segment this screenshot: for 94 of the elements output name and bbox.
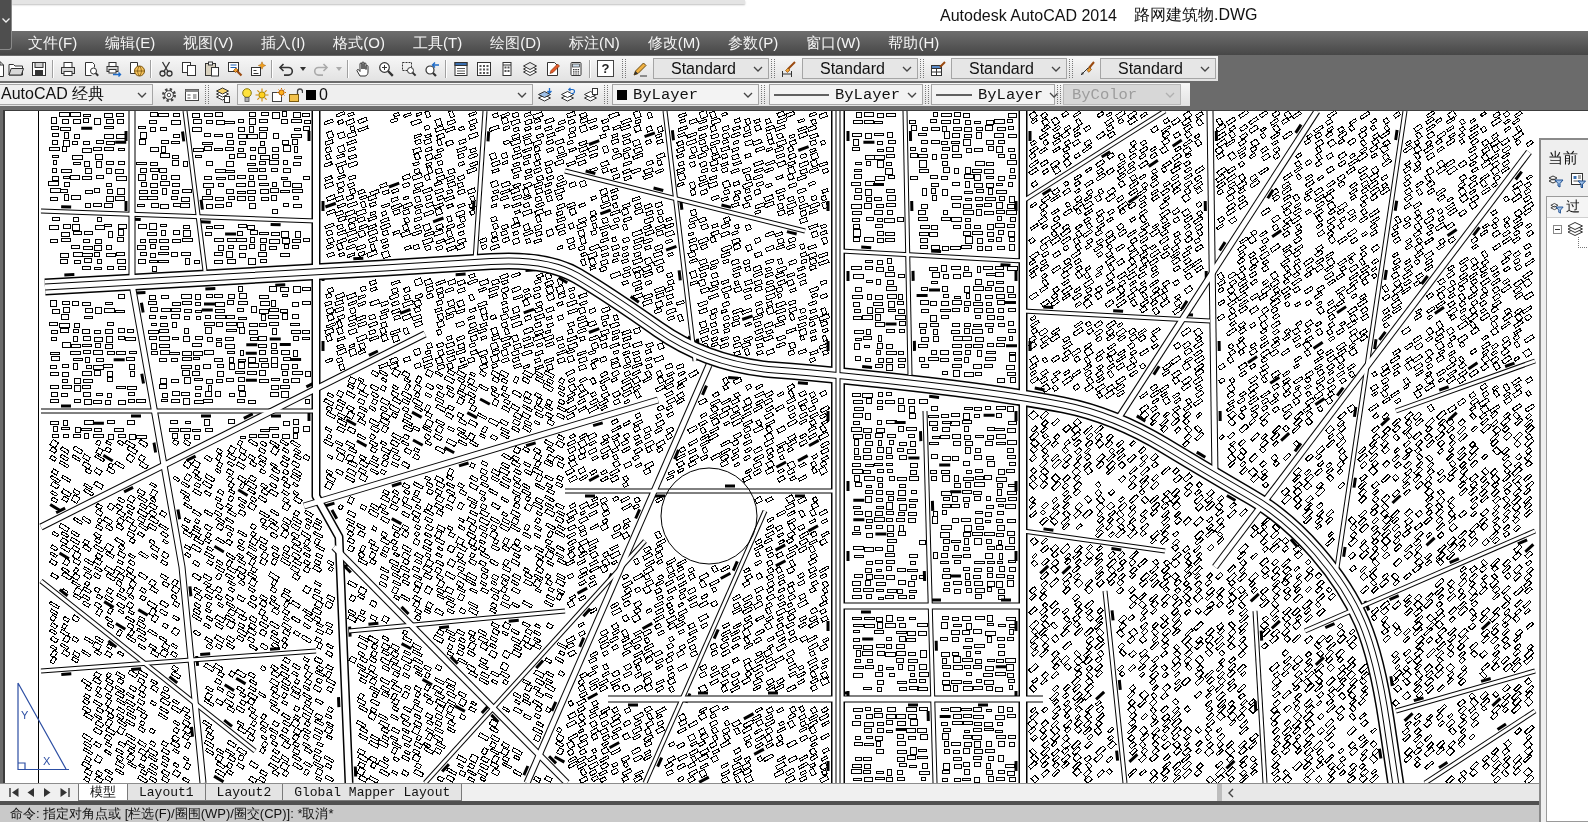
layers-arrow-icon[interactable] bbox=[536, 86, 553, 103]
brush-page-icon[interactable] bbox=[226, 60, 243, 77]
linetype-dropdown[interactable]: ByLayer bbox=[769, 84, 923, 105]
last-tab-icon[interactable] bbox=[59, 787, 70, 798]
ucs-x-label: X bbox=[43, 755, 51, 767]
first-tab-icon[interactable] bbox=[8, 787, 19, 798]
color-dropdown[interactable]: ByLayer bbox=[612, 84, 759, 105]
printer-icon[interactable] bbox=[59, 60, 76, 77]
zoom-icon[interactable] bbox=[377, 60, 394, 77]
chevron-icon[interactable] bbox=[907, 91, 917, 98]
previous-tab-icon[interactable] bbox=[27, 787, 34, 798]
menu-item[interactable]: 窗口(W) bbox=[792, 31, 875, 55]
menu-item[interactable]: 格式(O) bbox=[319, 31, 399, 55]
chevron-icon[interactable] bbox=[137, 91, 147, 98]
multileader-style-dropdown[interactable]: Standard bbox=[1100, 58, 1216, 79]
stacked-sheets-icon[interactable] bbox=[521, 60, 538, 77]
color-swatch-icon bbox=[306, 89, 316, 100]
chevron-icon[interactable] bbox=[743, 91, 753, 98]
print-preview-icon[interactable] bbox=[82, 60, 99, 77]
save-icon[interactable] bbox=[30, 60, 47, 77]
chevron-icon[interactable] bbox=[517, 91, 527, 98]
command-history-text: 命令: 指定对角点或 [栏选(F)/圈围(WP)/圈交(CP)]: *取消* bbox=[10, 805, 334, 822]
dimension-brush-icon[interactable] bbox=[780, 60, 797, 77]
ucs-icon bbox=[17, 682, 70, 771]
page-pen-icon[interactable] bbox=[544, 60, 561, 77]
ucs-y-label: Y bbox=[21, 709, 29, 721]
layers-icon[interactable] bbox=[214, 86, 231, 103]
menu-item[interactable]: 编辑(E) bbox=[91, 31, 170, 55]
menu-item[interactable]: 文件(F) bbox=[14, 31, 92, 55]
padlock-icon bbox=[289, 87, 303, 102]
chevron-icon bbox=[1, 18, 10, 23]
grid-window-icon[interactable] bbox=[475, 60, 492, 77]
calculator-icon[interactable] bbox=[567, 60, 584, 77]
layout-tab[interactable]: Layout1 bbox=[127, 784, 206, 801]
menu-item[interactable]: 标注(N) bbox=[555, 31, 634, 55]
gear-icon[interactable] bbox=[160, 86, 177, 103]
properties-window-icon[interactable] bbox=[452, 60, 469, 77]
menu-item[interactable]: 视图(V) bbox=[169, 31, 248, 55]
palette-title: 当前 bbox=[1548, 149, 1578, 167]
menu-item[interactable]: 插入(I) bbox=[247, 31, 320, 55]
printer-arrow-icon[interactable] bbox=[105, 60, 122, 77]
globe-page-icon[interactable] bbox=[128, 60, 145, 77]
layers-stack-icon[interactable] bbox=[1567, 222, 1584, 237]
text-style-dropdown[interactable]: Standard bbox=[653, 58, 769, 79]
filter-icon bbox=[1550, 200, 1564, 214]
dimension-style-dropdown[interactable]: Standard bbox=[802, 58, 918, 79]
menu-item[interactable]: 工具(T) bbox=[399, 31, 477, 55]
layout-tab[interactable]: Layout2 bbox=[204, 784, 284, 801]
menu-item[interactable]: 修改(M) bbox=[633, 31, 715, 55]
layout-tab[interactable]: Global Mapper Layout bbox=[282, 784, 463, 801]
hand-icon[interactable] bbox=[354, 60, 371, 77]
window-layout-icon[interactable] bbox=[183, 86, 200, 103]
filter-column-header[interactable]: 过 bbox=[1547, 197, 1588, 218]
document-title: 路网建筑物.DWG bbox=[1134, 5, 1258, 25]
scroll-left-icon[interactable] bbox=[1228, 787, 1234, 798]
pen-icon[interactable] bbox=[631, 60, 648, 77]
zoom-window-icon[interactable] bbox=[400, 60, 417, 77]
layout-tab[interactable]: 模型 bbox=[78, 784, 128, 801]
sun-frame-icon bbox=[272, 87, 286, 102]
bulb-icon bbox=[242, 87, 252, 102]
chevron-icon[interactable] bbox=[1049, 91, 1060, 98]
help-button[interactable]: ? bbox=[597, 60, 614, 77]
chevron-icon[interactable] bbox=[1051, 65, 1061, 72]
table-brush-icon[interactable] bbox=[929, 60, 946, 77]
zoom-previous-icon[interactable] bbox=[423, 60, 440, 77]
collapse-icon[interactable] bbox=[1553, 225, 1562, 234]
window-title: Autodesk AutoCAD 2014 bbox=[940, 6, 1117, 25]
horizontal-scrollbar[interactable] bbox=[1217, 784, 1539, 801]
copy-icon[interactable] bbox=[180, 60, 197, 77]
color-swatch-icon bbox=[617, 89, 627, 100]
menu-item[interactable]: 参数(P) bbox=[714, 31, 793, 55]
linetype-sample-icon bbox=[774, 93, 829, 96]
sun-icon bbox=[255, 87, 269, 102]
chevron-icon[interactable] bbox=[753, 65, 763, 72]
table-style-dropdown[interactable]: Standard bbox=[951, 58, 1067, 79]
tree-connector-line bbox=[1578, 237, 1588, 248]
block-spark-icon[interactable] bbox=[249, 60, 266, 77]
workspace-dropdown[interactable]: AutoCAD 经典 bbox=[0, 84, 153, 105]
next-tab-icon[interactable] bbox=[44, 787, 51, 798]
document-icon[interactable] bbox=[0, 60, 4, 77]
quick-access-menu-button[interactable] bbox=[0, 0, 12, 50]
menu-item[interactable]: 帮助(H) bbox=[874, 31, 954, 55]
lineweight-sample-icon bbox=[936, 93, 972, 96]
caret-icon[interactable] bbox=[300, 66, 306, 71]
layers-undo-icon[interactable] bbox=[559, 86, 576, 103]
chevron-icon[interactable] bbox=[902, 65, 912, 72]
cut-icon[interactable] bbox=[157, 60, 174, 77]
layers-page-icon[interactable] bbox=[582, 86, 599, 103]
menu-item[interactable]: 绘图(D) bbox=[476, 31, 555, 55]
layer-dropdown[interactable]: 0 bbox=[237, 84, 533, 105]
paste-icon[interactable] bbox=[203, 60, 220, 77]
chevron-icon[interactable] bbox=[1200, 65, 1210, 72]
filter-window-icon[interactable] bbox=[1570, 172, 1586, 188]
leader-brush-icon[interactable] bbox=[1078, 60, 1095, 77]
